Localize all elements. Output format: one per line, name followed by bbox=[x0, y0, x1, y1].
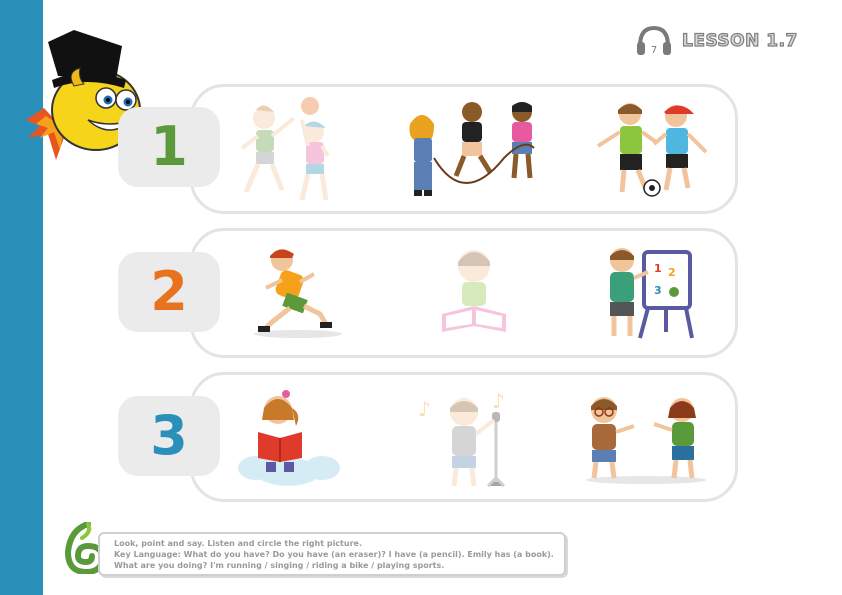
boy-at-easel-board-picture[interactable]: 1 2 3 bbox=[604, 242, 696, 340]
lesson-header: 7 LESSON 1.7 bbox=[636, 26, 798, 56]
girl-reading-on-cloud-picture[interactable] bbox=[236, 388, 342, 488]
boy-and-girl-talking-picture[interactable] bbox=[582, 392, 710, 486]
svg-text:♪: ♪ bbox=[418, 397, 431, 421]
instruction-line-2: Key Language: What do you have? Do you h… bbox=[114, 550, 554, 559]
children-playing-volleyball-picture[interactable] bbox=[236, 96, 336, 204]
boy-reading-book-picture[interactable] bbox=[436, 244, 512, 338]
boys-playing-football-picture[interactable] bbox=[596, 100, 710, 198]
children-jumping-rope-picture[interactable] bbox=[404, 98, 548, 200]
row-3-number: 3 bbox=[150, 404, 188, 467]
row-3-number-box: 3 bbox=[118, 396, 220, 476]
row-2-number: 2 bbox=[150, 260, 188, 323]
row-2-number-box: 2 bbox=[118, 252, 220, 332]
svg-text:♪: ♪ bbox=[492, 390, 505, 413]
audio-track-number: 7 bbox=[651, 45, 657, 56]
headphones-icon[interactable]: 7 bbox=[636, 26, 672, 56]
row-1-number-box: 1 bbox=[118, 107, 220, 187]
svg-text:1: 1 bbox=[654, 262, 662, 275]
instruction-line-3: What are you doing? I'm running / singin… bbox=[114, 561, 445, 570]
svg-text:2: 2 bbox=[668, 266, 676, 279]
svg-text:3: 3 bbox=[654, 284, 662, 297]
boy-singing-microphone-picture[interactable]: ♪ ♪ bbox=[416, 390, 516, 488]
instructions-box: Look, point and say. Listen and circle t… bbox=[98, 532, 566, 576]
boy-running-picture[interactable] bbox=[252, 244, 346, 340]
lesson-title: LESSON 1.7 bbox=[681, 30, 798, 51]
row-1-number: 1 bbox=[150, 115, 188, 178]
instruction-line-1: Look, point and say. Listen and circle t… bbox=[114, 539, 362, 548]
